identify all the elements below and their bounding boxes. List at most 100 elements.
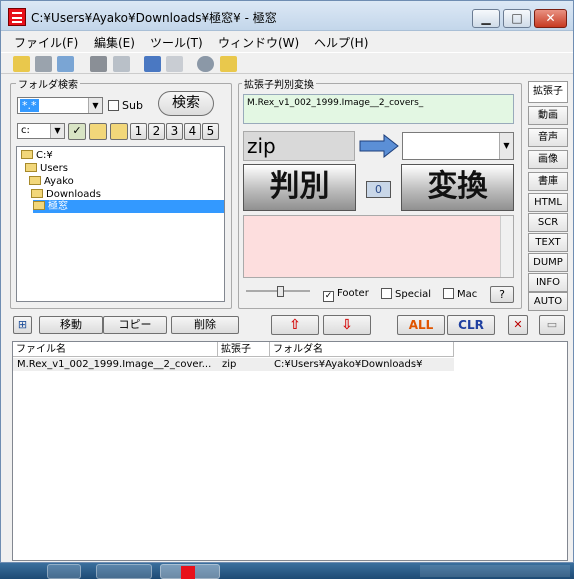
folder-up-icon[interactable] xyxy=(89,123,107,140)
new-folder-icon[interactable] xyxy=(110,123,128,140)
main-window: C:¥Users¥Ayako¥Downloads¥極窓¥ - 極窓 ▁ □ ✕ … xyxy=(0,0,574,563)
taskbar xyxy=(0,563,574,579)
pattern-combo[interactable]: *.* ▼ xyxy=(17,97,103,114)
tab-extension[interactable]: 拡張子 xyxy=(528,81,568,103)
app-icon xyxy=(8,8,26,26)
remove-icon[interactable]: ✕ xyxy=(508,315,528,335)
tree-node[interactable]: Ayako xyxy=(29,175,74,188)
help-button[interactable]: ? xyxy=(490,286,514,303)
tree-node-selected[interactable]: 極窓 xyxy=(33,200,224,213)
taskbar-app[interactable] xyxy=(96,564,152,579)
tab-dump[interactable]: DUMP xyxy=(528,253,568,272)
drive-combo[interactable]: c: ▼ xyxy=(17,123,65,139)
refresh-icon[interactable] xyxy=(57,56,74,72)
mac-checkbox[interactable]: Mac xyxy=(443,288,477,300)
cell-ext[interactable]: zip xyxy=(218,358,270,371)
dir-button-4[interactable]: 4 xyxy=(184,123,201,140)
close-button[interactable]: ✕ xyxy=(534,9,567,28)
folder-icon xyxy=(31,189,43,198)
filter-icon[interactable] xyxy=(144,56,161,72)
dir-button-1[interactable]: 1 xyxy=(130,123,147,140)
app-icon xyxy=(181,566,195,579)
system-tray[interactable] xyxy=(420,565,570,577)
special-checkbox[interactable]: Special xyxy=(381,288,431,300)
edit-icon[interactable] xyxy=(113,56,130,72)
convert-button[interactable]: 変換 xyxy=(401,164,514,211)
tab-video[interactable]: 動画 xyxy=(528,106,568,125)
column-header-ext[interactable]: 拡張子 xyxy=(218,342,270,357)
tab-scr[interactable]: SCR xyxy=(528,213,568,232)
arrow-right-icon xyxy=(359,134,399,158)
drive-value: c: xyxy=(21,125,30,136)
tab-audio[interactable]: 音声 xyxy=(528,128,568,147)
menu-help[interactable]: ヘルプ(H) xyxy=(314,34,368,51)
tab-auto[interactable]: AUTO xyxy=(528,292,568,311)
arrow-up-icon[interactable]: ⇧ xyxy=(271,315,319,335)
title-bar: C:¥Users¥Ayako¥Downloads¥極窓¥ - 極窓 ▁ □ ✕ xyxy=(1,1,573,31)
grid-icon[interactable]: ⊞ xyxy=(13,316,32,334)
folder-icon xyxy=(25,163,37,172)
menu-bar: ファイル(F) 編集(E) ツール(T) ウィンドウ(W) ヘルプ(H) xyxy=(1,31,573,51)
menu-file[interactable]: ファイル(F) xyxy=(14,34,78,51)
menu-window[interactable]: ウィンドウ(W) xyxy=(218,34,299,51)
target-ext-combo[interactable]: ▼ xyxy=(402,132,514,160)
scrollbar[interactable] xyxy=(500,216,513,277)
folder-tree[interactable]: C:¥ Users Ayako Downloads 極窓 xyxy=(16,146,225,302)
tab-html[interactable]: HTML xyxy=(528,193,568,212)
filename-box[interactable]: M.Rex_v1_002_1999.Image__2_covers_ xyxy=(243,94,514,124)
print-icon[interactable] xyxy=(90,56,107,72)
taskbar-app[interactable] xyxy=(47,564,81,579)
menu-edit[interactable]: 編集(E) xyxy=(94,34,135,51)
chevron-down-icon[interactable]: ▼ xyxy=(50,124,64,138)
sub-checkbox[interactable]: Sub xyxy=(108,99,143,112)
arrow-down-icon[interactable]: ⇩ xyxy=(323,315,371,335)
find-icon[interactable] xyxy=(166,56,183,72)
tab-text[interactable]: TEXT xyxy=(528,233,568,252)
clear-button[interactable]: CLR xyxy=(447,315,495,335)
tree-node-label: Ayako xyxy=(44,176,74,187)
column-header-folder[interactable]: フォルダ名 xyxy=(270,342,454,357)
taskbar-app-active[interactable] xyxy=(160,564,220,579)
tab-image[interactable]: 画像 xyxy=(528,150,568,169)
tab-info[interactable]: INFO xyxy=(528,273,568,292)
cell-filename[interactable]: M.Rex_v1_002_1999.Image__2_cover... xyxy=(13,358,218,371)
maximize-button[interactable]: □ xyxy=(503,9,531,28)
help-icon[interactable] xyxy=(220,56,237,72)
toolbar xyxy=(1,52,573,74)
copy-button[interactable]: コピー xyxy=(103,316,167,334)
search-button[interactable]: 検索 xyxy=(158,91,214,116)
chevron-down-icon[interactable]: ▼ xyxy=(499,133,513,159)
window-title: C:¥Users¥Ayako¥Downloads¥極窓¥ - 極窓 xyxy=(31,11,277,25)
select-all-button[interactable]: ALL xyxy=(397,315,445,335)
folder-search-label: フォルダ検索 xyxy=(16,76,80,91)
tree-node-label: 極窓 xyxy=(48,201,68,212)
tab-archive[interactable]: 書庫 xyxy=(528,172,568,191)
menu-tools[interactable]: ツール(T) xyxy=(150,34,203,51)
folder-icon xyxy=(21,150,33,159)
tree-node[interactable]: Users xyxy=(25,162,68,175)
check-icon[interactable]: ✓ xyxy=(68,123,86,140)
column-header-filename[interactable]: ファイル名 xyxy=(13,342,218,357)
dir-button-2[interactable]: 2 xyxy=(148,123,165,140)
folder-icon xyxy=(33,201,45,210)
cell-folder[interactable]: C:¥Users¥Ayako¥Downloads¥ xyxy=(270,358,454,371)
minimize-button[interactable]: ▁ xyxy=(472,9,500,28)
dir-button-5[interactable]: 5 xyxy=(202,123,219,140)
file-list[interactable]: ファイル名 拡張子 フォルダ名 M.Rex_v1_002_1999.Image_… xyxy=(12,341,568,561)
ext-judge-label: 拡張子判別変換 xyxy=(242,76,316,91)
folder-icon xyxy=(29,176,41,185)
dir-button-3[interactable]: 3 xyxy=(166,123,183,140)
window-icon[interactable]: ▭ xyxy=(539,315,565,335)
key-icon[interactable] xyxy=(35,56,52,72)
open-icon[interactable] xyxy=(13,56,30,72)
footer-checkbox[interactable]: ✓ Footer xyxy=(323,288,369,302)
output-box[interactable] xyxy=(243,215,514,278)
sub-label: Sub xyxy=(122,99,143,112)
delete-button[interactable]: 削除 xyxy=(171,316,239,334)
chevron-down-icon[interactable]: ▼ xyxy=(88,98,102,113)
settings-icon[interactable] xyxy=(197,56,214,72)
move-button[interactable]: 移動 xyxy=(39,316,103,334)
threshold-slider[interactable] xyxy=(246,286,310,298)
judge-button[interactable]: 判別 xyxy=(243,164,356,211)
tree-node[interactable]: C:¥ xyxy=(21,149,53,162)
